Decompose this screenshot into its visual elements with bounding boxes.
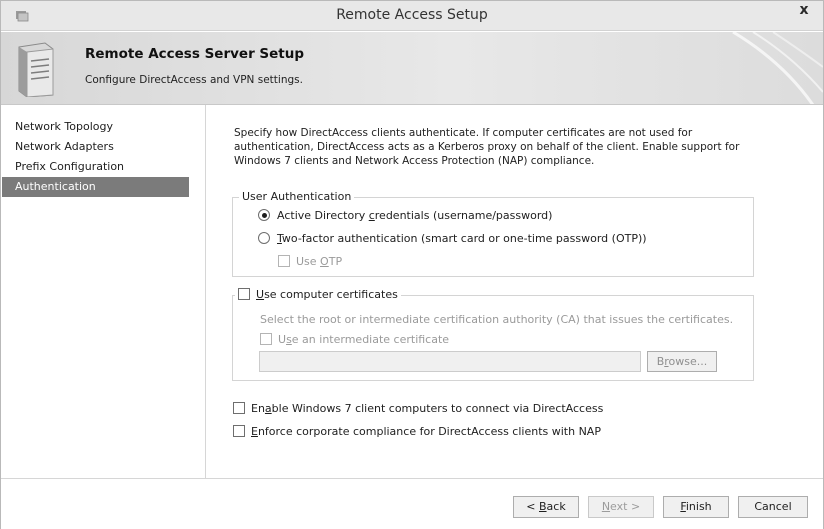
enable-windows7-option[interactable]: Enable Windows 7 client computers to con… (233, 401, 603, 417)
two-factor-option[interactable]: Two-factor authentication (smart card or… (258, 231, 647, 247)
computer-certificates-group: Use computer certificates Select the roo… (232, 288, 754, 381)
wizard-footer: < Back Next > Finish Cancel (1, 478, 823, 529)
next-accesskey: N (601, 500, 611, 513)
banner-decoration (732, 32, 823, 104)
active-directory-radio[interactable] (258, 209, 270, 221)
use-otp-label-rest: TP (328, 255, 343, 268)
certificates-accesskey: U (256, 288, 265, 301)
enforce-nap-checkbox[interactable] (233, 425, 245, 437)
computer-certificates-legend[interactable]: Use computer certificates (235, 288, 401, 302)
use-otp-label: Use (296, 255, 321, 268)
finish-label: inish (685, 500, 712, 513)
intermediate-certificate-option[interactable]: Use an intermediate certificate (260, 332, 449, 348)
banner-title: Remote Access Server Setup (85, 46, 305, 62)
windows7-label: En (251, 402, 265, 415)
nav-item-network-adapters[interactable]: Network Adapters (2, 137, 205, 157)
active-directory-option[interactable]: Active Directory credentials (username/p… (258, 208, 552, 224)
ca-hint: Select the root or intermediate certific… (260, 313, 734, 326)
nav-item-prefix-configuration[interactable]: Prefix Configuration (2, 157, 205, 177)
next-label: ext > (610, 500, 641, 513)
title-bar[interactable]: Remote Access Setup x (1, 1, 823, 31)
banner-subtitle: Configure DirectAccess and VPN settings. (85, 74, 303, 86)
user-authentication-legend: User Authentication (239, 190, 355, 204)
browse-label-rest: owse... (668, 355, 708, 368)
use-otp-checkbox[interactable] (278, 255, 290, 267)
finish-button[interactable]: Finish (663, 496, 729, 518)
nap-accesskey: E (251, 425, 258, 438)
nav-item-network-topology[interactable]: Network Topology (2, 117, 205, 137)
enforce-nap-option[interactable]: Enforce corporate compliance for DirectA… (233, 424, 601, 440)
header-banner: Remote Access Server Setup Configure Dir… (1, 32, 823, 105)
two-factor-label: wo-factor authentication (smart card or … (281, 232, 647, 245)
intermediate-label: U (278, 333, 287, 346)
wizard-navigation: Network Topology Network Adapters Prefix… (1, 105, 206, 478)
back-button[interactable]: < Back (513, 496, 579, 518)
enable-windows7-checkbox[interactable] (233, 402, 245, 414)
certificates-label: se computer certificates (264, 288, 398, 301)
window-title: Remote Access Setup (336, 7, 488, 23)
use-otp-option[interactable]: Use OTP (278, 254, 342, 270)
browse-button[interactable]: Browse... (647, 351, 717, 372)
windows7-label-rest: ble Windows 7 client computers to connec… (271, 402, 604, 415)
next-button[interactable]: Next > (588, 496, 654, 518)
nap-label: nforce corporate compliance for DirectAc… (257, 425, 601, 438)
page-description: Specify how DirectAccess clients authent… (234, 127, 740, 167)
two-factor-radio[interactable] (258, 232, 270, 244)
active-directory-label: Active Directory (277, 209, 369, 222)
use-otp-accesskey: O (320, 255, 329, 268)
server-icon (18, 42, 54, 97)
use-computer-certificates-checkbox[interactable] (238, 288, 250, 300)
back-accesskey: B (539, 500, 547, 513)
intermediate-certificate-checkbox[interactable] (260, 333, 272, 345)
back-label: < (526, 500, 539, 513)
windows7-accesskey: a (264, 402, 272, 415)
intermediate-label-rest: e an intermediate certificate (291, 333, 450, 346)
back-label-rest: ack (546, 500, 566, 513)
close-button[interactable]: x (791, 1, 817, 21)
remote-access-setup-window: Remote Access Setup x Remote Access Serv… (0, 0, 824, 529)
active-directory-label-rest: redentials (username/password) (374, 209, 553, 222)
nav-item-authentication[interactable]: Authentication (2, 177, 189, 197)
cancel-button[interactable]: Cancel (738, 496, 808, 518)
user-authentication-group: User Authentication Active Directory cre… (232, 190, 754, 277)
certificate-path-input[interactable] (259, 351, 641, 372)
